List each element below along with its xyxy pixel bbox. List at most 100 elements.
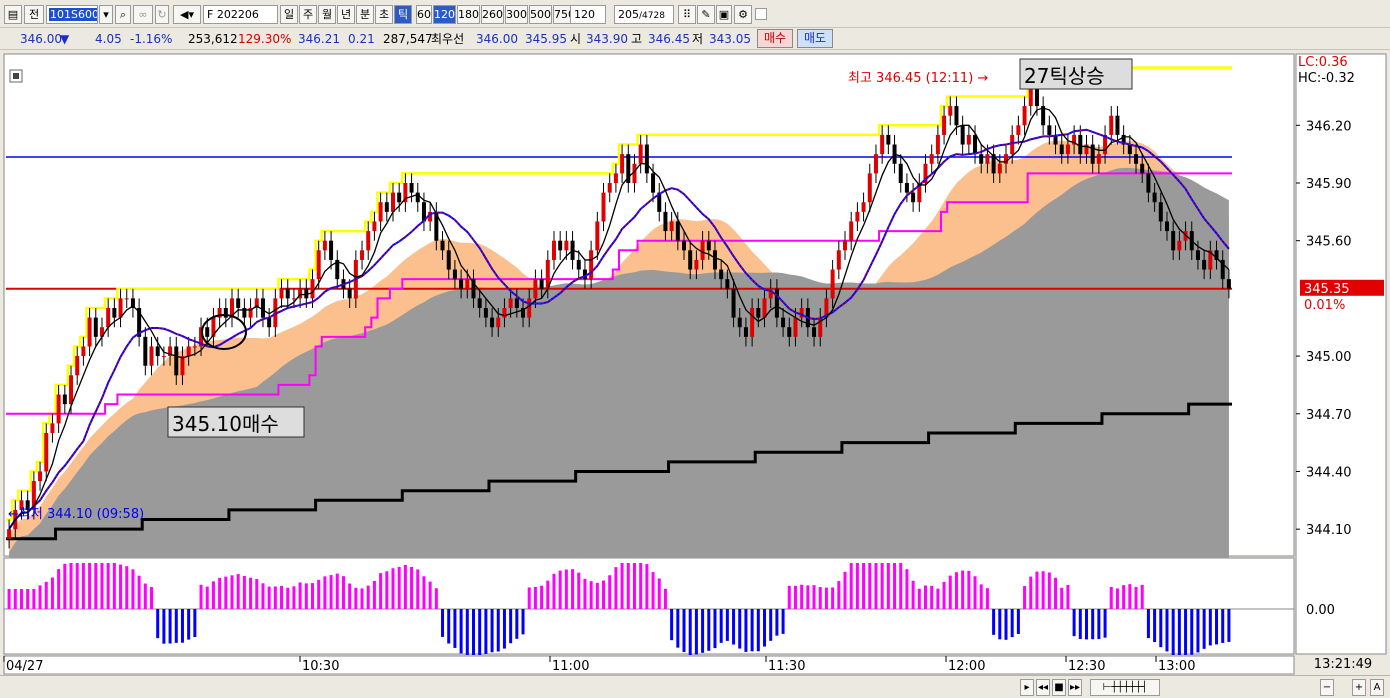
oscillator-bar <box>571 569 575 609</box>
tick-120-button[interactable]: 120 <box>433 5 456 24</box>
x-tick-label: 10:30 <box>302 659 339 674</box>
oscillator-bar <box>893 563 897 609</box>
oscillator-bar <box>1035 571 1039 609</box>
candle-body <box>880 134 885 155</box>
candle-body <box>935 134 940 155</box>
oscillator-bar <box>595 582 599 609</box>
zoom-out-icon[interactable]: − <box>1320 679 1334 696</box>
candle-body <box>106 308 111 328</box>
chart-area[interactable]: 346.20 345.90 345.60 345.00 344.70 344.40 344.… <box>0 50 1390 698</box>
code-input[interactable]: 101S6000 <box>46 5 98 24</box>
candle-body <box>904 183 909 193</box>
sell-button[interactable]: 매도 <box>797 29 833 48</box>
tick-260-button[interactable]: 260 <box>481 5 504 24</box>
candle-body <box>756 308 761 318</box>
candle-body <box>1158 202 1163 222</box>
oscillator-bar <box>663 588 667 609</box>
oscillator-bar <box>434 588 438 609</box>
candle-body <box>477 298 482 308</box>
candle-body <box>38 471 43 482</box>
candle-body <box>1152 192 1157 203</box>
oscillator-bar <box>775 609 779 636</box>
prev-code-button[interactable]: 전 <box>24 5 44 24</box>
period-6-button[interactable]: 틱 <box>394 5 412 24</box>
grid-icon[interactable]: ⠿ <box>678 5 696 24</box>
oscillator-bar <box>800 584 804 609</box>
oscillator-bar <box>558 570 562 609</box>
oscillator-bar <box>1072 609 1076 637</box>
volume-percent: 129.30% <box>238 32 292 46</box>
refresh-icon[interactable]: ↻ <box>155 5 169 24</box>
oscillator-bar <box>459 609 463 654</box>
layout-icon[interactable]: ▤ <box>4 5 22 24</box>
candle-body <box>452 269 457 280</box>
draw-icon[interactable]: ✎ <box>697 5 715 24</box>
date-input[interactable]: F 202206 <box>203 5 278 24</box>
count-field[interactable]: 205/4728 <box>614 5 674 24</box>
oscillator-bar <box>540 585 544 609</box>
period-4-button[interactable]: 분 <box>356 5 374 24</box>
forward-icon[interactable]: ▸▸ <box>1068 679 1082 696</box>
oscillator-bar <box>478 609 482 655</box>
candle-body <box>855 211 860 222</box>
oscillator-bar <box>1196 609 1200 653</box>
tick-select[interactable]: 120 <box>570 5 606 24</box>
auto-icon[interactable]: A <box>1370 679 1384 696</box>
rewind-icon[interactable]: ◂◂ <box>1036 679 1050 696</box>
oscillator-bar <box>1140 584 1144 609</box>
save-icon[interactable]: ▣ <box>716 5 732 24</box>
code-dropdown-icon[interactable]: ▾ <box>99 5 113 24</box>
stop-icon[interactable]: ■ <box>1052 679 1066 696</box>
oscillator-bar <box>112 563 116 609</box>
candle-body <box>465 279 470 289</box>
oscillator-bar <box>546 580 550 609</box>
oscillator-bar <box>917 588 921 609</box>
speaker-icon[interactable]: ◀▾ <box>173 5 201 24</box>
next-icon[interactable]: ▸ <box>1020 679 1034 696</box>
candle-body <box>291 298 296 300</box>
oscillator-bar <box>614 567 618 609</box>
oscillator-bar <box>261 583 265 609</box>
tick-500-button[interactable]: 500 <box>529 5 552 24</box>
period-3-button[interactable]: 년 <box>337 5 355 24</box>
candle-body <box>347 288 352 299</box>
gear-icon[interactable]: ⚙ <box>734 5 752 24</box>
oscillator-bar <box>985 588 989 609</box>
oscillator-bar <box>583 578 587 609</box>
x-tick-label: 11:00 <box>552 659 589 674</box>
zoom-in-icon[interactable]: + <box>1352 679 1366 696</box>
hc-label: HC:-0.32 <box>1298 71 1355 86</box>
candle-body <box>384 202 389 212</box>
period-2-button[interactable]: 월 <box>318 5 336 24</box>
tick-60-button[interactable]: 60 <box>416 5 432 24</box>
link-icon[interactable]: ∞ <box>133 5 153 24</box>
candle-body <box>688 250 693 270</box>
oscillator-bar <box>812 585 816 609</box>
period-0-button[interactable]: 일 <box>280 5 298 24</box>
period-1-button[interactable]: 주 <box>299 5 317 24</box>
candle-body <box>675 221 680 241</box>
oscillator-bar <box>868 563 872 609</box>
tick-300-button[interactable]: 300 <box>505 5 528 24</box>
oscillator-bar <box>1128 584 1132 609</box>
candle-body <box>322 240 327 251</box>
oscillator-bar <box>199 584 203 609</box>
oscillator-bar <box>713 609 717 649</box>
candle-body <box>1022 106 1027 126</box>
search-icon[interactable]: ⌕ <box>115 5 131 24</box>
candle-body <box>390 192 395 212</box>
last-price-label: 345.35 <box>1304 282 1350 297</box>
tick-180-button[interactable]: 180 <box>457 5 480 24</box>
zoom-slider[interactable]: ⊢┼┼┼┼┼┤ <box>1090 679 1160 696</box>
candlestick-chart[interactable]: 346.20 345.90 345.60 345.00 344.70 344.40 344.… <box>0 50 1390 698</box>
candle-body <box>62 394 67 405</box>
last-pct-label: 0.01% <box>1304 298 1345 313</box>
option-checkbox[interactable] <box>755 8 767 20</box>
oscillator-bar <box>1047 572 1051 609</box>
candle-body <box>124 298 129 300</box>
period-5-button[interactable]: 초 <box>375 5 393 24</box>
buy-button[interactable]: 매수 <box>757 29 793 48</box>
oscillator-bar <box>1165 609 1169 652</box>
oscillator-bar <box>651 572 655 609</box>
candle-body <box>372 221 377 232</box>
